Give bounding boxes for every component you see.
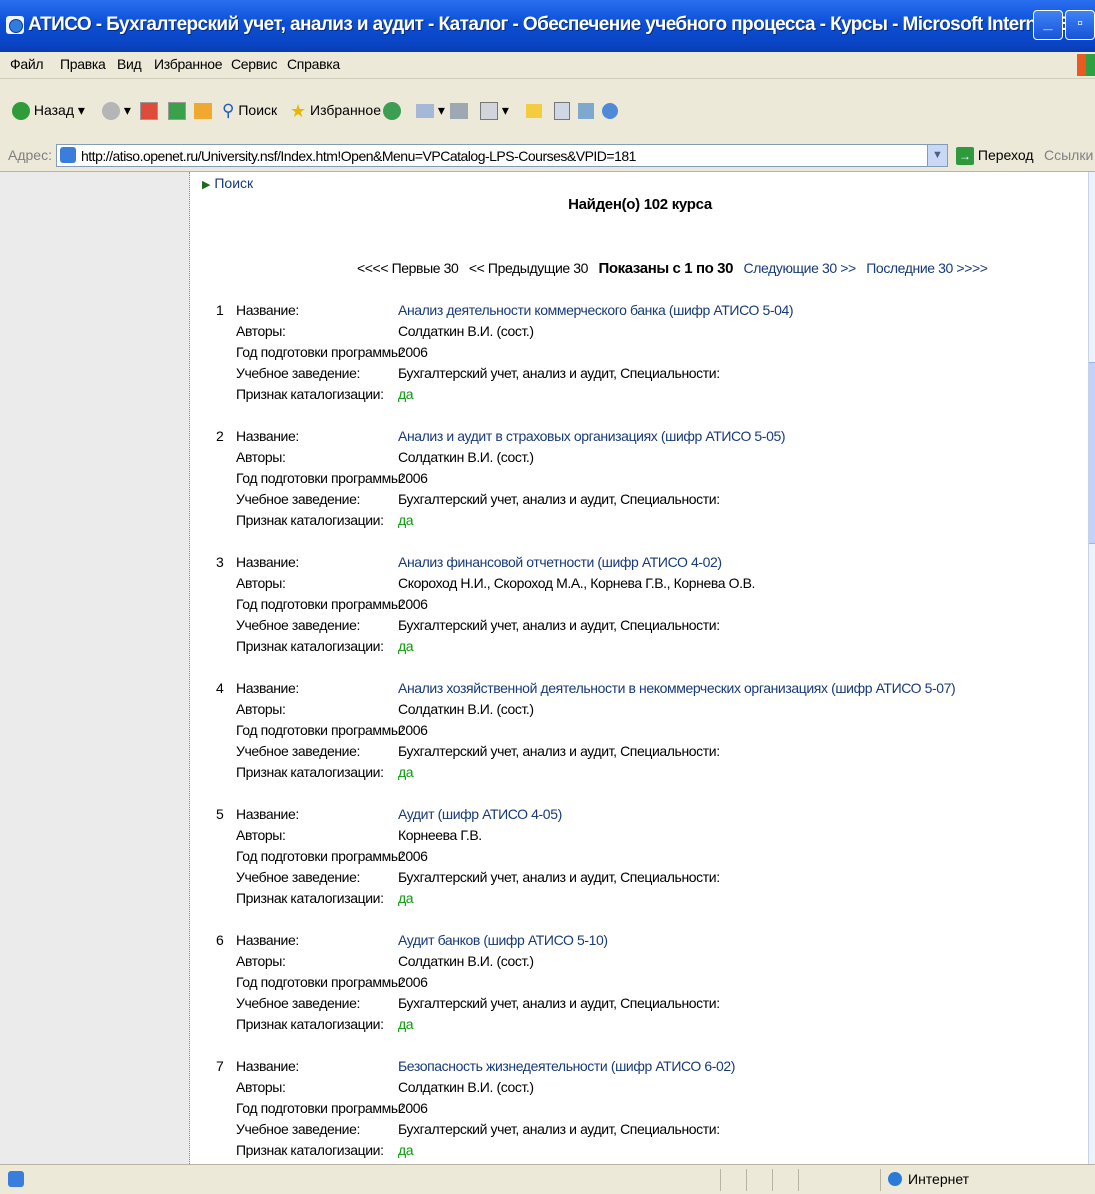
- left-navigation-pane: [0, 172, 190, 1164]
- print-icon: [450, 103, 468, 120]
- status-segment: [772, 1169, 773, 1191]
- menu-bar: Файл Правка Вид Избранное Сервис Справка: [0, 52, 1095, 79]
- folder-icon: [526, 104, 542, 119]
- status-segment: [798, 1169, 799, 1191]
- ie-app-icon: [6, 16, 24, 34]
- minimize-button[interactable]: _: [1033, 10, 1063, 40]
- stop-icon: [140, 102, 158, 121]
- results-count: Найден(о) 102 курса: [568, 196, 712, 213]
- window-title: АТИСО - Бухгалтерский учет, анализ и ауд…: [28, 14, 1095, 35]
- page-icon: [60, 147, 76, 163]
- pagination: <<<< Первые 30 << Предыдущие 30 Показаны…: [357, 260, 988, 277]
- course-number: 2: [216, 428, 224, 444]
- home-icon: [194, 103, 212, 120]
- messenger-button[interactable]: [602, 99, 618, 121]
- forward-button[interactable]: ▾: [102, 99, 131, 121]
- course-name-link[interactable]: Аудит банков (шифр АТИСО 5-10): [398, 932, 608, 948]
- course-number: 4: [216, 680, 224, 696]
- scrollbar-thumb[interactable]: [1089, 362, 1095, 544]
- go-arrow-icon: →: [956, 147, 974, 166]
- edit-icon: [480, 102, 498, 121]
- edit-button[interactable]: ▾: [480, 99, 509, 121]
- go-button[interactable]: → Переход: [956, 144, 1034, 167]
- print-button[interactable]: [450, 99, 468, 121]
- mail-button[interactable]: ▾: [416, 99, 445, 121]
- favorites-button[interactable]: ★ Избранное: [290, 99, 381, 121]
- history-button[interactable]: [383, 99, 401, 121]
- history-icon: [383, 102, 401, 121]
- discuss-button[interactable]: [554, 99, 570, 121]
- menu-help[interactable]: Справка: [287, 56, 340, 72]
- pager-first[interactable]: <<<< Первые 30: [357, 260, 459, 276]
- menu-favorites[interactable]: Избранное: [154, 56, 223, 72]
- course-name-link[interactable]: Безопасность жизнедеятельности (шифр АТИ…: [398, 1058, 735, 1074]
- course-name-link[interactable]: Анализ деятельности коммерческого банка …: [398, 302, 794, 318]
- search-link[interactable]: ▶ Поиск: [202, 175, 253, 191]
- research-icon: [578, 103, 594, 120]
- home-button[interactable]: [194, 99, 212, 121]
- pager-next[interactable]: Следующие 30 >>: [744, 260, 857, 276]
- page-content: ▶ Поиск Найден(о) 102 курса <<<< Первые …: [0, 172, 1095, 1164]
- discuss-icon: [554, 102, 570, 121]
- course-name-link[interactable]: Анализ и аудит в страховых организациях …: [398, 428, 786, 444]
- status-segment: [880, 1169, 881, 1191]
- course-name-link[interactable]: Аудит (шифр АТИСО 4-05): [398, 806, 562, 822]
- stop-button[interactable]: [140, 99, 158, 121]
- standard-toolbar: Назад ▾ ▾ ⚲ Поиск ★ Избранное ▾ ▾: [0, 79, 1095, 142]
- refresh-icon: [168, 102, 186, 121]
- research-button[interactable]: [578, 99, 594, 121]
- internet-globe-icon: [888, 1172, 902, 1186]
- vertical-scrollbar[interactable]: [1088, 172, 1095, 1164]
- search-button[interactable]: ⚲ Поиск: [222, 99, 277, 121]
- course-name-link[interactable]: Анализ хозяйственной деятельности в неко…: [398, 680, 956, 696]
- triangle-bullet-icon: ▶: [202, 179, 211, 191]
- forward-arrow-icon: [102, 102, 120, 121]
- mail-icon: [416, 104, 434, 119]
- back-arrow-icon: [12, 102, 30, 121]
- windows-logo-icon: [1077, 54, 1095, 76]
- address-bar: Адрес: http://atiso.openet.ru/University…: [0, 141, 1095, 172]
- pager-last[interactable]: Последние 30 >>>>: [866, 260, 988, 276]
- address-dropdown-icon[interactable]: ▼: [927, 145, 947, 166]
- menu-file[interactable]: Файл: [10, 56, 44, 72]
- back-button[interactable]: Назад ▾: [12, 99, 85, 121]
- refresh-button[interactable]: [168, 99, 186, 121]
- folder-button[interactable]: [526, 99, 542, 121]
- course-number: 1: [216, 302, 224, 318]
- address-url: http://atiso.openet.ru/University.nsf/In…: [81, 148, 636, 164]
- status-bar: Интернет: [0, 1164, 1095, 1194]
- address-input[interactable]: http://atiso.openet.ru/University.nsf/In…: [56, 144, 948, 167]
- course-name-link[interactable]: Анализ финансовой отчетности (шифр АТИСО…: [398, 554, 722, 570]
- menu-edit[interactable]: Правка: [60, 56, 106, 72]
- pager-current: Показаны с 1 по 30: [598, 260, 734, 277]
- browser-window: АТИСО - Бухгалтерский учет, анализ и ауд…: [0, 0, 1095, 1194]
- menu-view[interactable]: Вид: [117, 56, 142, 72]
- search-icon: ⚲: [222, 101, 235, 121]
- links-button[interactable]: Ссылки: [1044, 147, 1093, 163]
- star-icon: ★: [290, 101, 307, 122]
- internet-zone-label: Интернет: [908, 1171, 970, 1187]
- course-number: 6: [216, 932, 224, 948]
- address-label: Адрес:: [8, 147, 52, 163]
- menu-tools[interactable]: Сервис: [231, 56, 277, 72]
- maximize-button[interactable]: ▫: [1065, 10, 1095, 40]
- messenger-icon: [602, 103, 618, 120]
- status-segment: [746, 1169, 747, 1191]
- course-number: 3: [216, 554, 224, 570]
- course-number: 5: [216, 806, 224, 822]
- course-number: 7: [216, 1058, 224, 1074]
- ie-page-icon: [8, 1171, 24, 1187]
- title-bar: АТИСО - Бухгалтерский учет, анализ и ауд…: [0, 0, 1095, 52]
- pager-prev[interactable]: << Предыдущие 30: [469, 260, 589, 276]
- status-segment: [720, 1169, 721, 1191]
